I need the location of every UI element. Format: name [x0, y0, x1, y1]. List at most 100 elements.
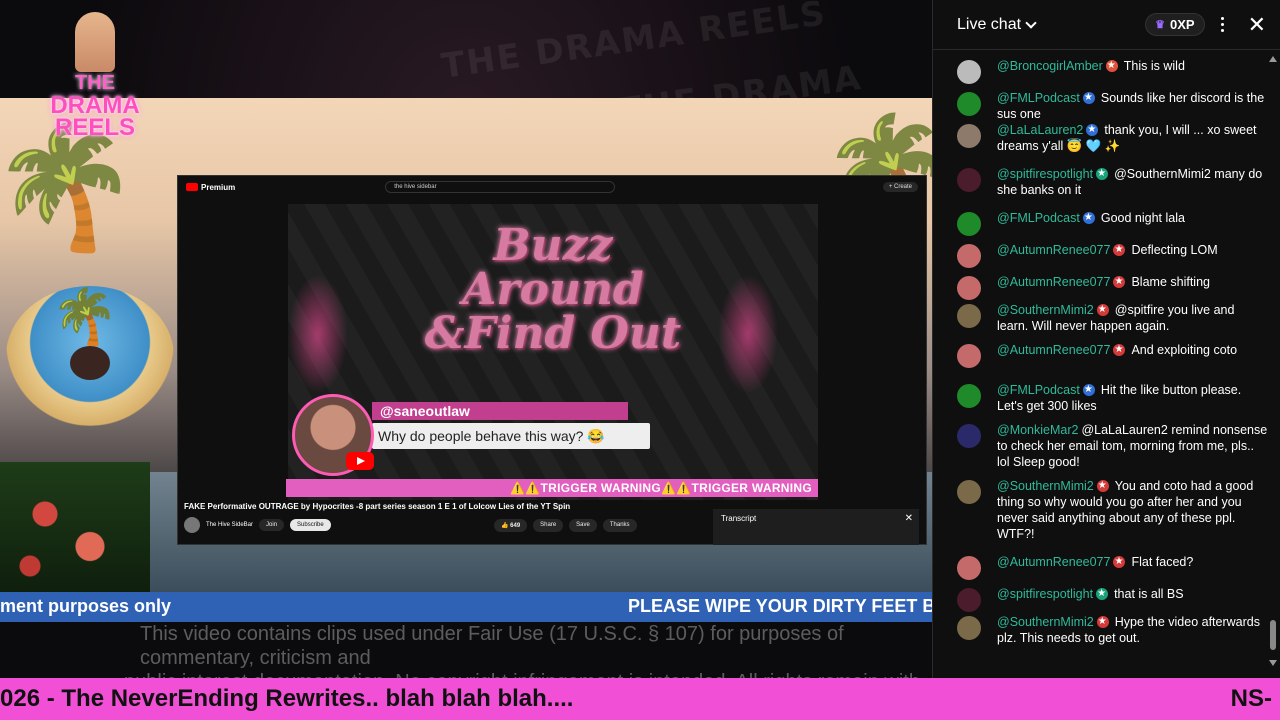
live-chat-header: Live chat ♛ 0XP ✕	[933, 0, 1280, 50]
chat-author[interactable]: @AutumnRenee077	[997, 275, 1110, 289]
palm-tree-icon: 🌴	[51, 287, 119, 347]
chat-message[interactable]: @AutumnRenee077 And exploiting coto	[957, 342, 1269, 382]
chat-author[interactable]: @AutumnRenee077	[997, 555, 1110, 569]
chat-message[interactable]: @LaLaLauren2thank you, I will ... xo swe…	[957, 122, 1269, 166]
member-badge-icon	[1105, 58, 1118, 74]
chat-author[interactable]: @spitfirespotlight	[997, 167, 1093, 181]
glow-left	[288, 274, 348, 394]
comment-handle: @saneoutlaw	[372, 402, 628, 420]
chat-author[interactable]: @SouthernMimi2	[997, 479, 1094, 493]
transcript-panel: Transcript ✕	[713, 509, 919, 545]
chat-author[interactable]: @AutumnRenee077	[997, 343, 1110, 357]
create-button: + Create	[882, 182, 918, 192]
chat-message[interactable]: @AutumnRenee077 Deflecting LOM	[957, 242, 1269, 274]
member-badge-icon	[1086, 122, 1099, 138]
avatar[interactable]	[957, 384, 981, 408]
chat-text: Blame shifting	[1131, 275, 1210, 289]
close-icon: ✕	[904, 513, 913, 524]
buzz-around-title-art: Buzz Around &Find Out	[424, 220, 682, 359]
save-button: Save	[569, 519, 597, 532]
chat-author[interactable]: @AutumnRenee077	[997, 243, 1110, 257]
chat-message[interactable]: @spitfirespotlight@SouthernMimi2 many do…	[957, 166, 1269, 210]
chat-message[interactable]: @FMLPodcast Good night lala	[957, 210, 1269, 242]
avatar[interactable]	[957, 212, 981, 236]
live-chat-title: Live chat	[957, 15, 1022, 33]
avatar[interactable]	[957, 244, 981, 268]
more-options-icon[interactable]	[1220, 17, 1224, 32]
ticker-left-text: ment purposes only	[0, 596, 172, 616]
pink-ticker: 026 - The NeverEnding Rewrites.. blah bl…	[0, 678, 1280, 720]
chat-author[interactable]: @FMLPodcast	[997, 211, 1080, 225]
member-badge-icon	[1113, 554, 1126, 570]
chat-author[interactable]: @LaLaLauren2	[997, 123, 1083, 137]
avatar[interactable]	[957, 304, 981, 328]
chat-author[interactable]: @MonkieMar2	[997, 423, 1078, 437]
chat-message[interactable]: @MonkieMar2 @LaLaLauren2 remind nonsense …	[957, 422, 1269, 478]
avatar[interactable]	[957, 92, 981, 116]
chat-message[interactable]: @FMLPodcastSounds like her discord is th…	[957, 90, 1269, 122]
chat-author[interactable]: @spitfirespotlight	[997, 587, 1093, 601]
live-chat-panel: Live chat ♛ 0XP ✕ @BroncogirlAmber This i…	[932, 0, 1280, 678]
avatar[interactable]	[957, 60, 981, 84]
chat-author[interactable]: @SouthernMimi2	[997, 303, 1094, 317]
chat-message[interactable]: @spitfirespotlight that is all BS	[957, 586, 1269, 614]
avatar[interactable]	[957, 480, 981, 504]
chat-author[interactable]: @FMLPodcast	[997, 383, 1080, 397]
chat-message[interactable]: @SouthernMimi2Hype the video afterwards …	[957, 614, 1269, 654]
flowers-decoration	[0, 462, 150, 592]
trigger-warning-banner: ⚠️⚠️TRIGGER WARNING⚠️⚠️TRIGGER WARNING	[286, 479, 818, 497]
comment-text: Why do people behave this way? 😂	[372, 423, 650, 449]
chat-author[interactable]: @SouthernMimi2	[997, 615, 1094, 629]
chat-author[interactable]: @FMLPodcast	[997, 91, 1080, 105]
member-badge-icon	[1082, 90, 1095, 106]
video-actions: 👍 649 Share Save Thanks	[494, 519, 637, 532]
avatar[interactable]	[957, 168, 981, 192]
youtube-play-icon	[346, 452, 374, 470]
disclaimer-line-2: public interest documentation. No copyri…	[124, 670, 932, 678]
chat-message[interactable]: @FMLPodcastHit the like button please. L…	[957, 382, 1269, 422]
channel-row: The Hive SideBar Join Subscribe	[184, 517, 331, 533]
scroll-up-icon[interactable]	[1269, 56, 1277, 62]
member-badge-icon	[1096, 614, 1109, 630]
scroll-down-icon[interactable]	[1269, 660, 1277, 666]
fair-use-disclaimer: This video contains clips used under Fai…	[0, 622, 932, 678]
channel-avatar	[184, 517, 200, 533]
avatar[interactable]	[957, 424, 981, 448]
chat-message[interactable]: @AutumnRenee077 Flat faced?	[957, 554, 1269, 586]
member-badge-icon	[1096, 302, 1109, 318]
logo-figure	[75, 12, 115, 72]
xp-badge-button[interactable]: ♛ 0XP	[1145, 13, 1205, 36]
subscribe-button: Subscribe	[290, 519, 331, 531]
avatar[interactable]	[957, 616, 981, 640]
close-chat-button[interactable]: ✕	[1248, 13, 1266, 36]
share-button: Share	[533, 519, 564, 532]
chat-text: Flat faced?	[1131, 555, 1194, 569]
avatar[interactable]	[957, 344, 981, 368]
drama-reels-logo: THE DRAMA REELS	[20, 12, 170, 152]
chat-message-list[interactable]: @BroncogirlAmber This is wild @FMLPodcastS…	[933, 50, 1269, 672]
brand-label: Premium	[201, 182, 236, 192]
member-badge-icon	[1113, 274, 1126, 290]
pink-ticker-left-text: 026 - The NeverEnding Rewrites.. blah bl…	[0, 685, 574, 712]
chat-author[interactable]: @BroncogirlAmber	[997, 59, 1103, 73]
disclaimer-line-1: This video contains clips used under Fai…	[140, 623, 844, 669]
chat-message[interactable]: @SouthernMimi2You and coto had a good th…	[957, 478, 1269, 554]
thanks-button: Thanks	[602, 519, 637, 532]
chat-message[interactable]: @AutumnRenee077 Blame shifting	[957, 274, 1269, 302]
chat-text: that is all BS	[1114, 587, 1184, 601]
stream-canvas: THE DRAMA REELS THE DRAMA REELS 🌴 🌴 THE …	[0, 0, 932, 678]
like-button: 👍 649	[494, 519, 528, 532]
avatar[interactable]	[957, 588, 981, 612]
avatar[interactable]	[957, 124, 981, 148]
chat-message[interactable]: @SouthernMimi2@spitfire you live and lea…	[957, 302, 1269, 342]
chat-scrollbar[interactable]	[1268, 50, 1278, 672]
member-badge-icon	[1096, 586, 1109, 602]
avatar[interactable]	[957, 556, 981, 580]
youtube-logo: Premium	[186, 183, 235, 192]
avatar[interactable]	[957, 276, 981, 300]
chat-text: This is wild	[1123, 59, 1185, 73]
live-chat-dropdown[interactable]: Live chat	[957, 15, 1037, 34]
youtube-search-input: the hive sidebar	[385, 181, 616, 193]
scroll-thumb[interactable]	[1270, 620, 1276, 650]
chat-message[interactable]: @BroncogirlAmber This is wild	[957, 58, 1269, 90]
